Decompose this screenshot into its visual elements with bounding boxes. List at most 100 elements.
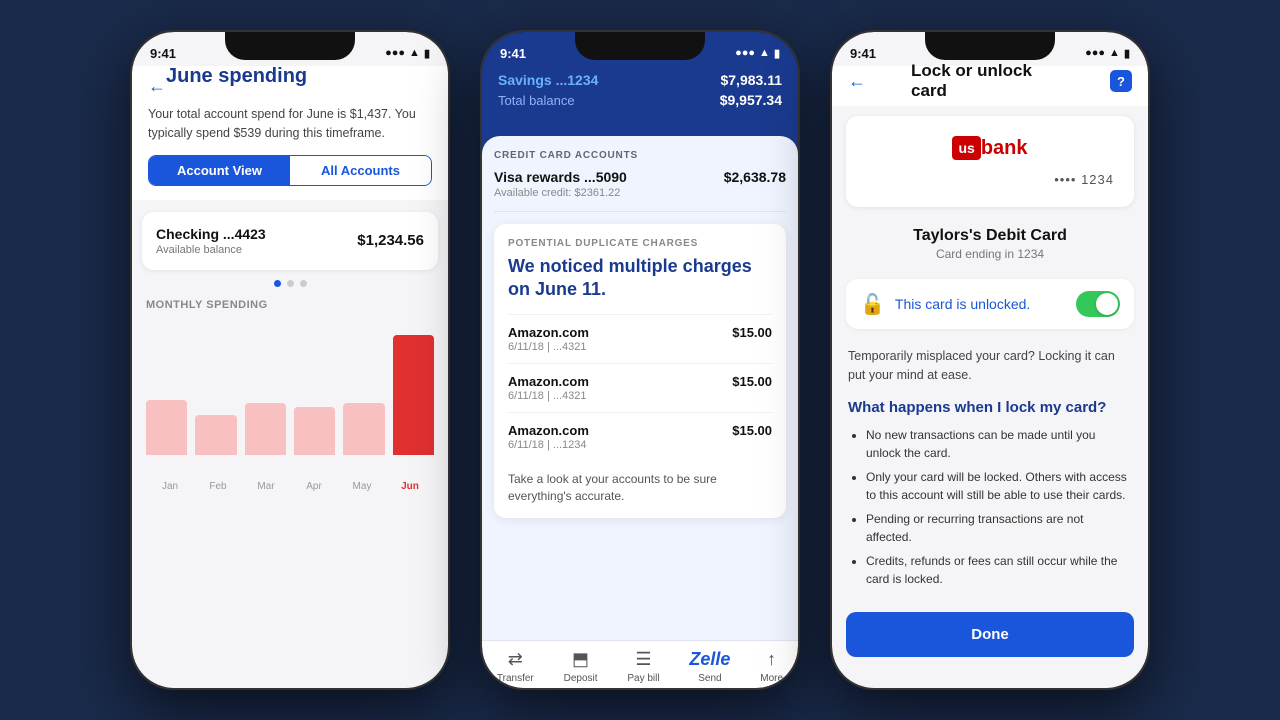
label-feb: Feb	[194, 481, 242, 492]
unlock-status-row: 🔓 This card is unlocked.	[846, 279, 1134, 329]
signal-icon: ●●●	[385, 47, 405, 59]
chart-labels: Jan Feb Mar Apr May Jun	[146, 481, 434, 492]
credit-card-name: Visa rewards ...5090	[494, 169, 627, 185]
alert-tag: POTENTIAL DUPLICATE CHARGES	[508, 238, 772, 249]
tab-transfer[interactable]: ⇄ Transfer	[497, 649, 534, 684]
phone-1: 9:41 ●●● ▲ ▮ ← June spending Your total …	[130, 30, 450, 690]
savings-row: Savings ...1234 $7,983.11	[498, 68, 782, 90]
bar-mar	[245, 403, 286, 455]
pay-bill-icon: ☰	[635, 649, 651, 670]
signal-icon-2: ●●●	[735, 47, 755, 59]
credit-section-title: CREDIT CARD ACCOUNTS	[494, 150, 786, 161]
logo-us-part: us	[952, 136, 980, 160]
logo-bank-part: bank	[981, 137, 1028, 160]
chart-mar	[245, 319, 286, 455]
spending-chart	[146, 319, 434, 479]
account-info: Checking ...4423 Available balance	[156, 226, 266, 256]
wifi-icon: ▲	[409, 47, 420, 59]
wifi-icon-3: ▲	[1109, 47, 1120, 59]
tab-account-view[interactable]: Account View	[149, 156, 290, 185]
chart-feb	[195, 319, 236, 455]
label-may: May	[338, 481, 386, 492]
done-button[interactable]: Done	[846, 612, 1134, 657]
tab-send[interactable]: Zelle Send	[689, 649, 730, 684]
monthly-title: MONTHLY SPENDING	[146, 299, 434, 311]
account-amount: $1,234.56	[357, 232, 424, 249]
battery-icon-3: ▮	[1124, 47, 1130, 60]
alert-title: We noticed multiple charges on June 11.	[508, 255, 772, 302]
help-button[interactable]: ?	[1110, 70, 1132, 92]
total-balance-amount: $9,957.34	[720, 92, 782, 108]
dot-2	[287, 280, 294, 287]
bullet-3: Pending or recurring transactions are no…	[866, 510, 1132, 546]
tab-more-label: More	[760, 673, 783, 684]
phone2-header: Savings ...1234 $7,983.11 Total balance …	[482, 66, 798, 136]
charge-row-2[interactable]: Amazon.com 6/11/18 | ...4321 $15.00	[508, 363, 772, 412]
credit-card-row[interactable]: Visa rewards ...5090 Available credit: $…	[494, 169, 786, 212]
time-1: 9:41	[150, 46, 176, 61]
card-sub: Card ending in 1234	[846, 247, 1134, 261]
chart-jun	[393, 319, 434, 455]
status-icons-2: ●●● ▲ ▮	[735, 47, 780, 60]
status-icons-1: ●●● ▲ ▮	[385, 47, 430, 60]
charge-info-3: Amazon.com 6/11/18 | ...1234	[508, 423, 589, 451]
tab-more[interactable]: ↑ More	[760, 649, 783, 684]
charge-name-2: Amazon.com	[508, 374, 589, 389]
charge-sub-2: 6/11/18 | ...4321	[508, 390, 589, 402]
credit-card-amount: $2,638.78	[724, 169, 786, 185]
phone3-header: ← Lock or unlock card ?	[832, 66, 1148, 106]
phone2-body: CREDIT CARD ACCOUNTS Visa rewards ...509…	[482, 136, 798, 640]
page-title-3: Lock or unlock card	[911, 61, 1069, 101]
lock-icon: 🔓	[860, 292, 885, 317]
tab-deposit[interactable]: ⬒ Deposit	[564, 649, 598, 684]
battery-icon-2: ▮	[774, 47, 780, 60]
spending-description: Your total account spend for June is $1,…	[148, 105, 432, 143]
signal-icon-3: ●●●	[1085, 47, 1105, 59]
tab-transfer-label: Transfer	[497, 673, 534, 684]
carousel-dots	[132, 280, 448, 287]
time-3: 9:41	[850, 46, 876, 61]
account-name: Checking ...4423	[156, 226, 266, 242]
notch-3	[925, 32, 1055, 60]
charge-sub-1: 6/11/18 | ...4321	[508, 341, 589, 353]
card-name: Taylors's Debit Card	[846, 227, 1134, 245]
tab-pay-bill-label: Pay bill	[627, 673, 659, 684]
dot-3	[300, 280, 307, 287]
send-icon: Zelle	[689, 649, 730, 670]
unlock-status-text: This card is unlocked.	[895, 296, 1066, 312]
total-balance-row: Total balance $9,957.34	[498, 90, 782, 120]
time-2: 9:41	[500, 46, 526, 61]
view-tabs: Account View All Accounts	[148, 155, 432, 186]
charge-name-3: Amazon.com	[508, 423, 589, 438]
credit-available: Available credit: $2361.22	[494, 187, 627, 199]
chart-apr	[294, 319, 335, 455]
tab-all-accounts[interactable]: All Accounts	[290, 156, 431, 185]
phone-3: 9:41 ●●● ▲ ▮ ← Lock or unlock card ? us …	[830, 30, 1150, 690]
account-card[interactable]: Checking ...4423 Available balance $1,23…	[142, 212, 438, 270]
charge-row-1[interactable]: Amazon.com 6/11/18 | ...4321 $15.00	[508, 314, 772, 363]
card-display: us bank •••• 1234	[846, 116, 1134, 207]
label-jun: Jun	[386, 481, 434, 492]
deposit-icon: ⬒	[572, 649, 589, 670]
charge-amount-1: $15.00	[732, 325, 772, 340]
chart-may	[343, 319, 384, 455]
more-icon: ↑	[767, 649, 776, 670]
page-title-1: June spending	[166, 65, 307, 88]
wifi-icon-2: ▲	[759, 47, 770, 59]
savings-account-name: Savings ...1234	[498, 72, 598, 88]
label-jan: Jan	[146, 481, 194, 492]
tab-pay-bill[interactable]: ☰ Pay bill	[627, 649, 659, 684]
charge-name-1: Amazon.com	[508, 325, 589, 340]
toggle-knob	[1096, 293, 1118, 315]
charge-row-3[interactable]: Amazon.com 6/11/18 | ...1234 $15.00	[508, 412, 772, 461]
bar-feb	[195, 415, 236, 455]
bullet-4: Credits, refunds or fees can still occur…	[866, 552, 1132, 588]
lock-toggle[interactable]	[1076, 291, 1120, 317]
bar-apr	[294, 407, 335, 455]
back-button-3[interactable]: ←	[848, 71, 866, 92]
label-mar: Mar	[242, 481, 290, 492]
charge-info-2: Amazon.com 6/11/18 | ...4321	[508, 374, 589, 402]
dot-1	[274, 280, 281, 287]
back-button-1[interactable]: ←	[148, 76, 166, 97]
bullet-1: No new transactions can be made until yo…	[866, 426, 1132, 462]
